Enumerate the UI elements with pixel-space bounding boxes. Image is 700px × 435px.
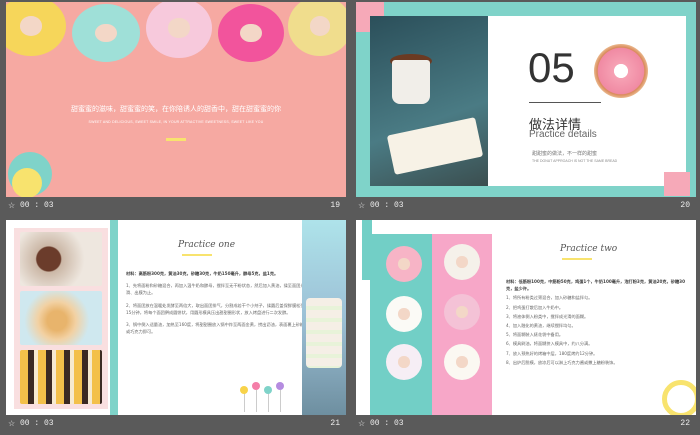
- divider: [529, 102, 601, 103]
- recipe-materials: 材料：高筋粉300克，黄油30克，砂糖30克，牛奶150毫升，酵母5克，盐1克。: [126, 271, 279, 276]
- slide-thumbnail-21[interactable]: Practice one 材料：高筋粉300克，黄油30克，砂糖30克，牛奶15…: [6, 220, 346, 435]
- recipe-text: 材料：低筋粉100克，中筋粉50克，鸡蛋1个，牛奶100毫升，泡打粉3克，黄油2…: [506, 278, 688, 368]
- slide-thumbnail-22[interactable]: Practice two 材料：低筋粉100克，中筋粉50克，鸡蛋1个，牛奶10…: [356, 220, 696, 435]
- donut-image: [386, 296, 422, 332]
- slide-caption: ☆ 00 : 03 22: [356, 417, 696, 433]
- slide-21-canvas[interactable]: Practice one 材料：高筋粉300克，黄油30克，砂糖30克，牛奶15…: [6, 220, 346, 415]
- donut-photo-column: [14, 228, 108, 409]
- donut-image: [386, 344, 422, 380]
- recipe-step: 8、出炉后脱模，放凉后可以淋上巧克力酱或撒上糖粉装饰。: [506, 359, 618, 365]
- slide-number: 20: [680, 201, 690, 210]
- slide-caption: ☆ 00 : 03 21: [6, 417, 346, 433]
- section-subtitle-cn: 甜甜蜜的做法，不一样的甜蜜: [532, 151, 598, 157]
- star-icon[interactable]: ☆: [8, 201, 15, 211]
- recipe-step: 4、加入融化的黄油，继续搅拌均匀。: [506, 323, 576, 329]
- slide-time: 00 : 03: [20, 419, 54, 428]
- lollipop-stick: [244, 392, 245, 412]
- donut-image: [444, 294, 480, 330]
- recipe-step: 3、锅中倒入适量油，加热至160度，将甜甜圈放入锅中炸至两面金黄，捞出沥油，表面…: [126, 322, 305, 335]
- lollipop-candy: [264, 386, 272, 394]
- book-image: [386, 117, 484, 175]
- donut-image: [6, 2, 66, 56]
- section-title-en: Practice details: [529, 129, 597, 140]
- pink-corner-decoration: [664, 172, 690, 196]
- striped-donut-photo: [20, 350, 102, 404]
- star-icon[interactable]: ☆: [358, 201, 365, 211]
- donut-image: [444, 244, 480, 280]
- donut-image: [218, 4, 284, 62]
- recipe-step: 2、将面团放在温暖处发酵至两倍大，取出面团排气，分割成若干个小剂子，揉圆后盖保鲜…: [126, 302, 305, 315]
- recipe-step: 1、先将面粉和砂糖混合，再加入温牛奶和酵母，搅拌至无干粉状态，然后加入黄油，揉至…: [126, 283, 305, 296]
- star-icon[interactable]: ☆: [8, 419, 15, 429]
- pink-donut-image: [594, 44, 648, 98]
- s19-line2: SWEET AND DELICIOUS, SWEET SMILE, IN YOU…: [88, 120, 264, 124]
- slide-caption: ☆ 00 : 03 19: [6, 199, 346, 215]
- slide-caption: ☆ 00 : 03 20: [356, 199, 696, 215]
- lollipop-stick: [268, 392, 269, 412]
- recipe-step: 3、将液体倒入粉类中，搅拌成光滑的面糊。: [506, 313, 589, 319]
- slide-time: 00 : 03: [20, 201, 54, 210]
- accent-stripe: [110, 220, 118, 415]
- recipe-step: 2、把鸡蛋打散后加入牛奶中。: [506, 304, 564, 310]
- donut-image: [444, 344, 480, 380]
- recipe-step: 5、将面糊装入裱花袋中备用。: [506, 332, 564, 338]
- donut-image: [72, 4, 140, 62]
- slide-time: 00 : 03: [370, 419, 404, 428]
- recipe-materials: 材料：低筋粉100克，中筋粉50克，鸡蛋1个，牛奶100毫升，泡打粉3克，黄油2…: [506, 279, 685, 292]
- accent-bar: [166, 138, 186, 141]
- mug-image: [392, 60, 430, 104]
- lollipop-stick: [280, 390, 281, 412]
- lollipop-candy: [252, 382, 260, 390]
- recipe-step: 6、模具刷油，将面糊挤入模具中，约八分满。: [506, 341, 593, 347]
- slide-time: 00 : 03: [370, 201, 404, 210]
- title-underline: [182, 254, 212, 256]
- script-title: Practice two: [560, 244, 618, 254]
- slide-20-canvas[interactable]: 05 做法详情 Practice details 甜甜蜜的做法，不一样的甜蜜 T…: [356, 2, 696, 197]
- s19-line1: 甜蜜蜜的滋味，甜蜜蜜的笑，在你陪诱人的甜香中，甜在甜蜜蜜的你: [71, 105, 281, 113]
- slide-22-canvas[interactable]: Practice two 材料：低筋粉100克，中筋粉50克，鸡蛋1个，牛奶10…: [356, 220, 696, 415]
- script-title: Practice one: [178, 240, 236, 250]
- slide-number: 19: [330, 201, 340, 210]
- lollipop-candy: [276, 382, 284, 390]
- yellow-ring-decoration: [662, 380, 696, 415]
- lollipop-stick: [256, 390, 257, 412]
- hot-chocolate-photo: [370, 16, 488, 186]
- section-number: 05: [528, 44, 575, 91]
- recipe-step: 7、放入预热好的烤箱中层，180度烤约12分钟。: [506, 350, 598, 356]
- slide-19-canvas[interactable]: 甜蜜蜜的滋味，甜蜜蜜的笑，在你陪诱人的甜香中，甜在甜蜜蜜的你 SWEET AND…: [6, 2, 346, 197]
- corner-circle-decoration: [12, 168, 42, 197]
- slide-number: 21: [330, 419, 340, 428]
- donut-image: [146, 2, 212, 58]
- glazed-donut-photo: [20, 291, 102, 345]
- lollipop-candy: [240, 386, 248, 394]
- layer-cake-image: [306, 298, 342, 368]
- slide-number: 22: [680, 419, 690, 428]
- slide-thumbnail-19[interactable]: 甜蜜蜜的滋味，甜蜜蜜的笑，在你陪诱人的甜香中，甜在甜蜜蜜的你 SWEET AND…: [6, 2, 346, 217]
- chocolate-donut-photo: [20, 232, 102, 286]
- title-underline: [562, 258, 592, 260]
- donut-image: [288, 2, 346, 56]
- slide-thumbnail-20[interactable]: 05 做法详情 Practice details 甜甜蜜的做法，不一样的甜蜜 T…: [356, 2, 696, 217]
- donut-image: [386, 246, 422, 282]
- section-subtitle-en: THE DONUT APPROACH IS NOT THE SAME BREAD: [532, 159, 618, 163]
- recipe-step: 1、将所有粉类过筛混合，加入砂糖和盐拌匀。: [506, 295, 593, 301]
- star-icon[interactable]: ☆: [358, 419, 365, 429]
- recipe-text: 材料：高筋粉300克，黄油30克，砂糖30克，牛奶150毫升，酵母5克，盐1克。…: [126, 270, 306, 340]
